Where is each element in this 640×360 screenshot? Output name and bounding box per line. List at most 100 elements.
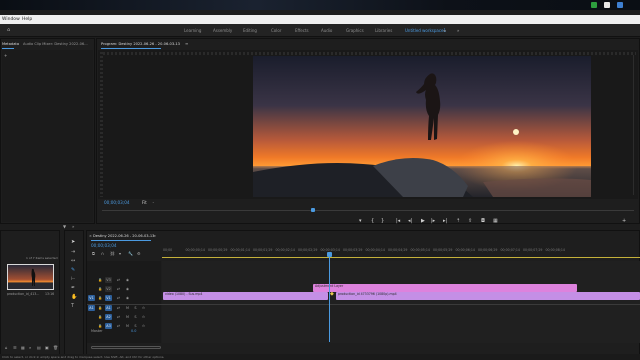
track-target-a2[interactable]: A2 xyxy=(105,314,112,320)
program-video-frame[interactable] xyxy=(253,56,591,197)
add-icon[interactable]: + xyxy=(4,53,7,58)
track-solo-button[interactable]: S xyxy=(132,314,139,320)
button-editor-plus-icon[interactable]: + xyxy=(622,219,626,224)
track-sync-lock-icon[interactable]: ⇄ xyxy=(115,314,122,320)
slip-tool-icon[interactable]: ⊢ xyxy=(71,277,75,282)
program-monitor-title[interactable]: Program: Destiny 2022-06-26 - 20-06-03-1… xyxy=(101,42,180,46)
panel-menu-icon[interactable]: ≡ xyxy=(185,41,188,46)
fit-dropdown-chevron-icon[interactable]: ⌄ xyxy=(152,200,155,205)
add-marker-icon[interactable]: ▾ xyxy=(359,219,362,224)
track-mute-button[interactable]: M xyxy=(124,314,131,320)
program-timecode[interactable]: 00;00;03;04 xyxy=(104,200,130,205)
tab-metadata[interactable]: Metadata xyxy=(2,42,19,46)
workspace-tab-learning[interactable]: Learning xyxy=(184,28,201,33)
track-target-a1[interactable]: A1 xyxy=(105,305,112,311)
extract-icon[interactable]: ⇪ xyxy=(468,219,472,224)
app-icon-blue[interactable] xyxy=(617,2,623,8)
track-sync-lock-icon[interactable]: ⇄ xyxy=(115,286,122,292)
linked-selection-icon[interactable]: ⛓ xyxy=(110,251,115,256)
monitor-scrub-bar[interactable] xyxy=(102,210,634,211)
go-to-in-icon[interactable]: |◂ xyxy=(396,219,400,224)
menu-item-window[interactable]: Window xyxy=(2,17,20,22)
workspace-tab-editing[interactable]: Editing xyxy=(243,28,257,33)
workspace-tab-audio[interactable]: Audio xyxy=(321,28,332,33)
new-bin-icon[interactable]: ▤ xyxy=(37,345,41,350)
track-output-eye-icon[interactable]: ◉ xyxy=(124,286,131,292)
track-solo-button[interactable]: S xyxy=(132,305,139,311)
track-sync-lock-icon[interactable]: ⇄ xyxy=(115,277,122,283)
home-icon[interactable]: ⌂ xyxy=(7,28,10,33)
track-mic-icon[interactable]: ⊙ xyxy=(140,314,147,320)
source-patch-v1[interactable]: V1 xyxy=(88,295,95,301)
more-workspaces-icon[interactable]: » xyxy=(457,28,459,33)
sequence-tab[interactable]: Destiny 2022-06-26 - 20-06-03-13 xyxy=(93,234,154,238)
ripple-edit-tool-icon[interactable]: ↔ xyxy=(71,259,75,264)
clip-video-1[interactable]: video (1080) - Sus.mp4 xyxy=(163,292,328,300)
track-output-eye-icon[interactable]: ◉ xyxy=(124,295,131,301)
list-view-icon[interactable]: ☰ xyxy=(13,345,17,350)
snap-icon[interactable]: ∩ xyxy=(101,251,104,256)
captions-icon[interactable]: ⚙ xyxy=(137,251,141,256)
timeline-marker-icon[interactable]: ▾ xyxy=(119,251,121,256)
track-mic-icon[interactable]: ⊙ xyxy=(140,323,147,329)
sequence-menu-icon[interactable]: ≡ xyxy=(153,234,156,239)
selection-tool-icon[interactable]: ➤ xyxy=(71,240,75,245)
track-mute-button[interactable]: M xyxy=(124,323,131,329)
track-target-v3[interactable]: V3 xyxy=(105,277,112,283)
track-select-tool-icon[interactable]: ⇥ xyxy=(71,250,75,255)
track-lock-icon[interactable]: 🔒 xyxy=(97,305,104,311)
track-target-v2[interactable]: V2 xyxy=(105,286,112,292)
work-area-bar[interactable] xyxy=(162,257,640,258)
mark-out-icon[interactable]: } xyxy=(381,219,384,224)
track-target-v1[interactable]: V1 xyxy=(105,295,112,301)
clip-video-2[interactable]: production_id 4733796 (1080p).mp4 xyxy=(336,292,640,300)
timeline-zoom-scrollbar[interactable] xyxy=(91,346,161,349)
track-sync-lock-icon[interactable]: ⇄ xyxy=(115,305,122,311)
workspace-tab-effects[interactable]: Effects xyxy=(295,28,309,33)
step-back-icon[interactable]: ◂| xyxy=(408,219,412,224)
track-mute-button[interactable]: M xyxy=(124,305,131,311)
track-lock-icon[interactable]: 🔒 xyxy=(97,323,104,329)
timeline-timecode[interactable]: 00;00;03;04 xyxy=(91,243,117,248)
go-to-out-icon[interactable]: ▸| xyxy=(443,219,447,224)
menu-item-help[interactable]: Help xyxy=(22,17,32,22)
lock-icon[interactable]: ⌂ xyxy=(5,345,8,350)
mark-in-icon[interactable]: { xyxy=(371,219,374,224)
clip-adjustment-layer[interactable]: Adjustment Layer xyxy=(313,284,577,292)
track-lock-icon[interactable]: 🔒 xyxy=(97,286,104,292)
hand-tool-icon[interactable]: ✋ xyxy=(71,295,77,300)
app-icon-green[interactable] xyxy=(591,2,597,8)
timeline-settings-icon[interactable]: 🔧 xyxy=(128,251,133,256)
track-output-eye-icon[interactable]: ◉ xyxy=(124,277,131,283)
timeline-playhead-line[interactable] xyxy=(329,256,330,342)
workspace-menu-icon[interactable]: ≡ xyxy=(443,28,446,33)
track-sync-lock-icon[interactable]: ⇄ xyxy=(115,323,122,329)
app-icon-white[interactable] xyxy=(604,2,610,8)
icon-view-icon[interactable]: ▦ xyxy=(21,345,25,350)
track-lock-icon[interactable]: 🔒 xyxy=(97,277,104,283)
export-frame-icon[interactable]: ◘ xyxy=(481,219,485,224)
workspace-tab-graphics[interactable]: Graphics xyxy=(346,28,364,33)
workspace-tab-assembly[interactable]: Assembly xyxy=(213,28,232,33)
master-value[interactable]: 0.0 xyxy=(131,329,136,333)
fit-dropdown[interactable]: Fit xyxy=(142,200,147,205)
step-forward-icon[interactable]: |▸ xyxy=(431,219,435,224)
play-icon[interactable]: ▶ xyxy=(421,219,425,224)
insert-sequence-nested-icon[interactable]: ⧉ xyxy=(92,251,95,256)
search-icon[interactable]: ⌕ xyxy=(29,345,31,350)
type-tool-icon[interactable]: T xyxy=(71,304,74,309)
comparison-view-icon[interactable]: ▦ xyxy=(493,219,498,224)
clip-thumbnail[interactable] xyxy=(7,264,54,290)
panel-expand-icon[interactable]: » xyxy=(72,224,74,229)
track-lock-icon[interactable]: 🔒 xyxy=(97,295,104,301)
workspace-tab-color[interactable]: Color xyxy=(271,28,281,33)
filter-icon[interactable]: ▼ xyxy=(63,224,66,229)
track-sync-lock-icon[interactable]: ⇄ xyxy=(115,295,122,301)
razor-tool-icon[interactable]: ✎ xyxy=(71,268,75,273)
workspace-tab-libraries[interactable]: Libraries xyxy=(375,28,392,33)
pen-tool-icon[interactable]: ✒ xyxy=(71,286,75,291)
new-item-icon[interactable]: ▣ xyxy=(45,345,49,350)
track-target-a3[interactable]: A3 xyxy=(105,323,112,329)
monitor-playhead-marker[interactable] xyxy=(311,208,315,212)
trash-icon[interactable]: 🗑 xyxy=(53,345,58,350)
